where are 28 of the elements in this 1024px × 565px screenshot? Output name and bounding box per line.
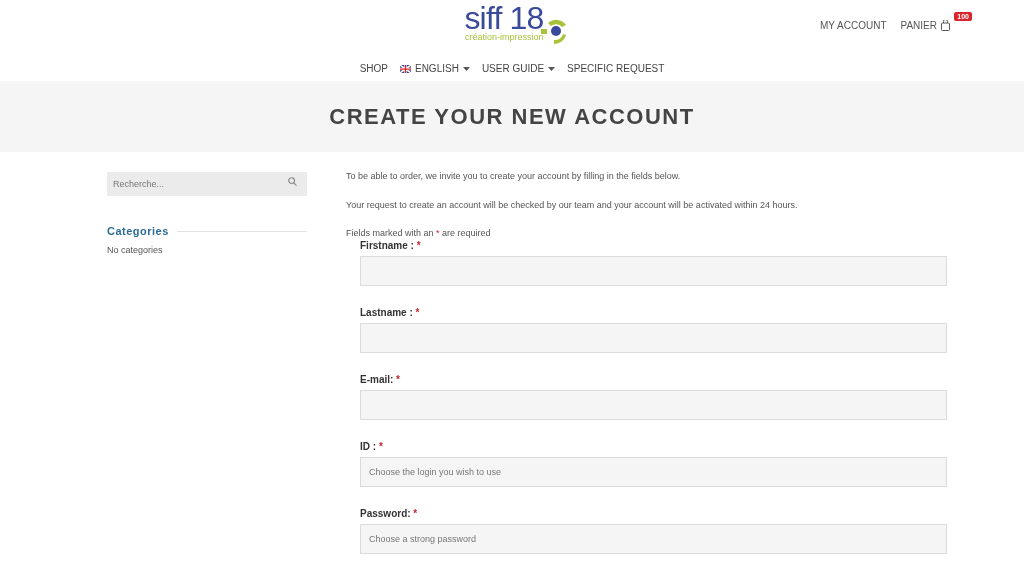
required-note: Fields marked with an * are required (346, 227, 492, 239)
search-field[interactable]: Recherche... (107, 172, 307, 196)
categories-heading: Categories (107, 224, 169, 239)
intro-text: To be able to order, we invite you to create your account by filling in the fields below. (346, 170, 682, 182)
search-icon (288, 177, 297, 186)
input-field[interactable] (360, 390, 947, 420)
field-label: ID : * (360, 440, 384, 453)
categories-empty-text: No categories (107, 243, 164, 257)
input-field[interactable]: Choose the login you wish to use (360, 457, 947, 487)
input-field[interactable]: Choose a strong password (360, 524, 947, 554)
flag-icon (399, 64, 411, 73)
nav-link[interactable]: ENGLISH (399, 61, 470, 76)
field-label: E-mail: * (360, 373, 401, 386)
nav-link[interactable]: SPECIFIC REQUEST (567, 61, 665, 76)
logo[interactable]: siff 18 création-impression (464, 3, 570, 47)
field-label: Password: * (360, 507, 419, 520)
nav-link[interactable]: USER GUIDE (481, 61, 556, 76)
input-field[interactable] (360, 256, 947, 286)
shopping-bag-icon (941, 20, 950, 31)
intro-text: Your request to create an account will be checked by our team and your account will be activated within 24 hours. (346, 199, 799, 211)
account-link[interactable]: MY ACCOUNT (820, 18, 887, 33)
field-label: Firstname : * (360, 239, 422, 252)
caret-icon (548, 66, 556, 71)
nav-link[interactable]: SHOP (359, 61, 388, 76)
caret-icon (462, 66, 470, 71)
input-field[interactable] (360, 323, 947, 353)
page-title: CREATE YOUR NEW ACCOUNT (329, 103, 695, 131)
field-label: Lastname : * (360, 306, 421, 319)
